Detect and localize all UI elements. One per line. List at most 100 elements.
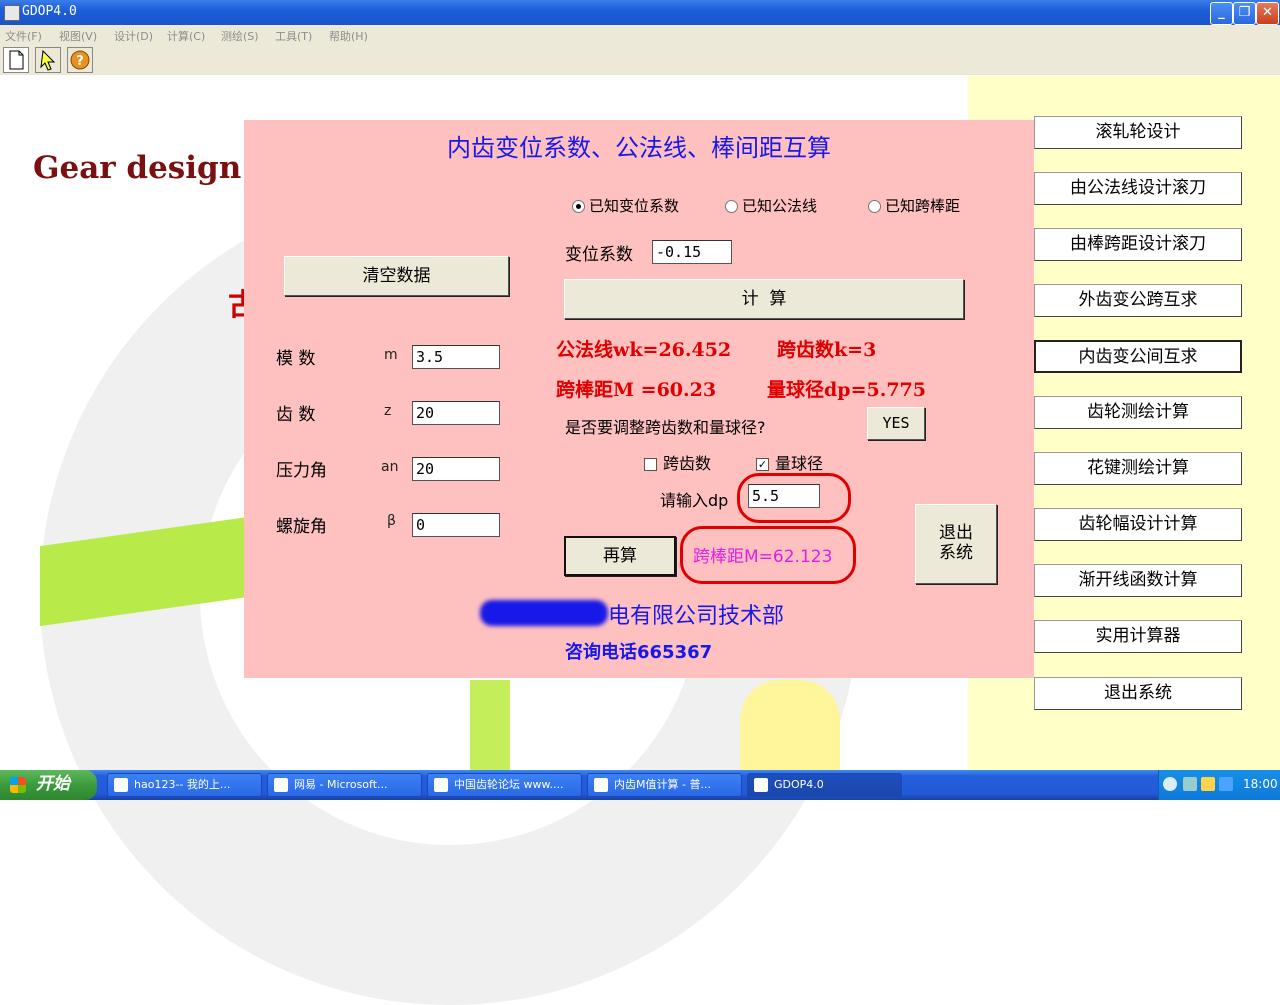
menu-bar: 文件(F) 视图(V) 设计(D) 计算(C) 测绘(S) 工具(T) 帮助(H… <box>0 25 1280 45</box>
toolbar: ? <box>0 45 1280 75</box>
side-btn-gear-survey[interactable]: 齿轮测绘计算 <box>1034 396 1242 429</box>
shift-coef-label: 变位系数 <box>565 245 633 265</box>
shift-coef-input[interactable]: -0.15 <box>652 240 732 264</box>
maximize-button[interactable]: ❐ <box>1233 2 1256 25</box>
yes-button[interactable]: YES <box>867 407 925 440</box>
system-tray: 18:00 <box>1158 770 1280 800</box>
app-icon <box>4 5 20 21</box>
result-wk: 公法线wk=26.452 <box>556 339 732 361</box>
menu-survey[interactable]: 测绘(S) <box>221 28 259 44</box>
menu-help[interactable]: 帮助(H) <box>329 28 368 44</box>
help-icon[interactable]: ? <box>67 47 93 73</box>
task-label: 内齿M值计算 - 普... <box>614 778 711 791</box>
task-label: GDOP4.0 <box>774 778 824 791</box>
dialog-title: 内齿变位系数、公法线、棒间距互算 <box>447 134 831 162</box>
helix-angle-input[interactable]: 0 <box>412 513 500 537</box>
result-dp: 量球径dp=5.775 <box>767 379 926 401</box>
taskbar: 开始 hao123-- 我的上... 网易 - Microsoft... 中国齿… <box>0 770 1280 800</box>
module-input[interactable]: 3.5 <box>412 345 500 369</box>
side-btn-roller-design[interactable]: 滚轧轮设计 <box>1034 116 1242 149</box>
module-label: 模 数 <box>276 349 316 369</box>
side-btn-calculator[interactable]: 实用计算器 <box>1034 620 1242 653</box>
radio-indicator <box>572 200 585 213</box>
menu-design[interactable]: 设计(D) <box>114 28 153 44</box>
module-symbol: m <box>384 347 398 363</box>
dp-input-label: 请输入dp <box>660 491 729 510</box>
task-gdop[interactable]: GDOP4.0 <box>747 773 902 797</box>
clear-data-button[interactable]: 清空数据 <box>284 256 509 296</box>
menu-view[interactable]: 视图(V) <box>59 28 97 44</box>
radio-label: 已知跨棒距 <box>885 197 961 215</box>
radio-known-shift[interactable]: 已知变位系数 <box>572 195 679 216</box>
radio-known-m[interactable]: 已知跨棒距 <box>868 195 960 216</box>
recalculate-button[interactable]: 再算 <box>564 536 676 576</box>
check-teeth-span[interactable]: 跨齿数 <box>644 450 711 474</box>
task-label: 中国齿轮论坛 www.... <box>454 778 564 791</box>
side-btn-gear-pair-design[interactable]: 齿轮幅设计计算 <box>1034 508 1242 541</box>
gear-green-decoration-2 <box>470 680 510 770</box>
phone-info: 咨询电话665367 <box>565 642 713 663</box>
teeth-input[interactable]: 20 <box>412 401 500 425</box>
background-title: Gear design c <box>33 150 271 186</box>
windows-logo-icon <box>10 777 26 793</box>
radio-known-wk[interactable]: 已知公法线 <box>725 195 817 216</box>
gear-yellow-decoration <box>740 680 840 770</box>
task-gear-forum[interactable]: 中国齿轮论坛 www.... <box>427 773 582 797</box>
calc-dialog: 内齿变位系数、公法线、棒间距互算 已知变位系数 已知公法线 已知跨棒距 变位系数… <box>244 120 1034 678</box>
helix-angle-symbol: β <box>387 513 396 529</box>
menu-calc[interactable]: 计算(C) <box>167 28 205 44</box>
ie-icon <box>114 778 128 792</box>
result-k: 跨齿数k=3 <box>777 339 877 361</box>
result-m: 跨棒距M =60.23 <box>556 379 717 401</box>
dp-input[interactable]: 5.5 <box>748 484 820 508</box>
side-btn-hob-from-wk[interactable]: 由公法线设计滚刀 <box>1034 172 1242 205</box>
ie-icon <box>274 778 288 792</box>
pressure-angle-input[interactable]: 20 <box>412 457 500 481</box>
new-file-icon[interactable] <box>3 47 29 73</box>
teeth-label: 齿 数 <box>276 405 316 425</box>
radio-label: 已知变位系数 <box>589 197 680 215</box>
minimize-button[interactable]: _ <box>1210 2 1233 25</box>
company-name: 电有限公司技术部 <box>608 604 785 629</box>
menu-tools[interactable]: 工具(T) <box>275 28 312 44</box>
side-btn-hob-from-m[interactable]: 由棒跨距设计滚刀 <box>1034 228 1242 261</box>
ie-icon <box>434 778 448 792</box>
task-label: 网易 - Microsoft... <box>294 778 388 791</box>
start-button[interactable]: 开始 <box>0 770 97 800</box>
side-btn-exit[interactable]: 退出系统 <box>1034 677 1242 710</box>
side-btn-internal-gear[interactable]: 内齿变公间互求 <box>1034 340 1242 373</box>
check-ball-diameter[interactable]: ✓ 量球径 <box>756 450 823 474</box>
close-button[interactable]: ✕ <box>1256 2 1279 25</box>
exit-label-line1: 退出 <box>939 523 973 543</box>
calculate-button[interactable]: 计 算 <box>564 279 964 319</box>
pressure-angle-symbol: an <box>381 459 399 475</box>
side-btn-involute-function[interactable]: 渐开线函数计算 <box>1034 564 1242 597</box>
checkbox <box>644 458 657 471</box>
pressure-angle-label: 压力角 <box>276 461 327 481</box>
network-icon[interactable] <box>1183 777 1197 791</box>
task-label: hao123-- 我的上... <box>134 778 231 791</box>
ie-icon <box>594 778 608 792</box>
shield-icon[interactable] <box>1201 777 1215 791</box>
radio-indicator <box>725 200 738 213</box>
start-label: 开始 <box>36 774 70 794</box>
recalc-result: 跨棒距M=62.123 <box>693 547 833 567</box>
title-bar[interactable]: GDOP4.0 _ ❐ ✕ <box>0 0 1280 25</box>
task-hao123[interactable]: hao123-- 我的上... <box>107 773 262 797</box>
side-btn-external-gear[interactable]: 外齿变公跨互求 <box>1034 284 1242 317</box>
task-internal-gear-calc[interactable]: 内齿M值计算 - 普... <box>587 773 742 797</box>
pointer-icon[interactable] <box>35 47 61 73</box>
checkbox-checked: ✓ <box>756 458 769 471</box>
radio-label: 已知公法线 <box>742 197 818 215</box>
menu-file[interactable]: 文件(F) <box>5 28 42 44</box>
check-label: 量球径 <box>775 454 824 473</box>
side-btn-spline-survey[interactable]: 花键测绘计算 <box>1034 452 1242 485</box>
radio-indicator <box>868 200 881 213</box>
tray-expand-icon[interactable] <box>1163 777 1177 791</box>
dialog-exit-button[interactable]: 退出 系统 <box>915 504 997 584</box>
clock: 18:00 <box>1243 777 1278 791</box>
security-icon[interactable] <box>1219 777 1233 791</box>
task-netease[interactable]: 网易 - Microsoft... <box>267 773 422 797</box>
window-title: GDOP4.0 <box>22 4 77 19</box>
app-icon <box>754 778 768 792</box>
